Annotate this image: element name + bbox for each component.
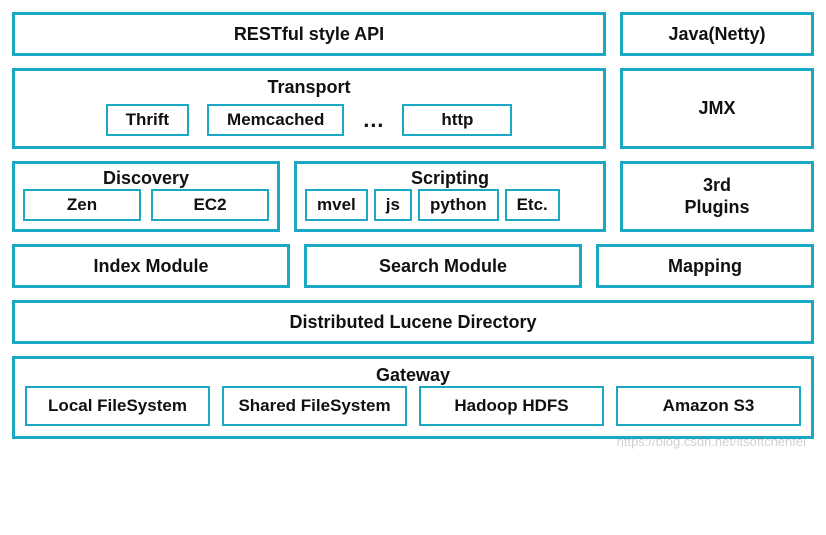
transport-memcached: Memcached — [207, 104, 344, 136]
jmx-box: JMX — [620, 68, 814, 149]
index-module-label: Index Module — [93, 256, 208, 277]
gateway-s3: Amazon S3 — [616, 386, 801, 426]
gateway-box: Gateway Local FileSystem Shared FileSyst… — [12, 356, 814, 439]
scripting-python: python — [418, 189, 499, 221]
scripting-js: js — [374, 189, 412, 221]
scripting-items: mvel js python Etc. — [305, 189, 595, 221]
transport-http: http — [402, 104, 512, 136]
discovery-box: Discovery Zen EC2 — [12, 161, 280, 232]
plugins-line2: Plugins — [684, 197, 749, 219]
scripting-box: Scripting mvel js python Etc. — [294, 161, 606, 232]
transport-thrift: Thrift — [106, 104, 189, 136]
jmx-label: JMX — [698, 98, 735, 119]
row-modules: Index Module Search Module Mapping — [12, 244, 814, 288]
search-module-box: Search Module — [304, 244, 582, 288]
scripting-etc: Etc. — [505, 189, 560, 221]
discovery-title: Discovery — [103, 168, 189, 189]
gateway-shared-fs: Shared FileSystem — [222, 386, 407, 426]
transport-title: Transport — [267, 77, 350, 98]
gateway-hadoop: Hadoop HDFS — [419, 386, 604, 426]
discovery-items: Zen EC2 — [23, 189, 269, 221]
java-netty-box: Java(Netty) — [620, 12, 814, 56]
gateway-title: Gateway — [376, 365, 450, 386]
mapping-label: Mapping — [668, 256, 742, 277]
plugins-line1: 3rd — [703, 175, 731, 197]
gateway-local-fs: Local FileSystem — [25, 386, 210, 426]
scripting-mvel: mvel — [305, 189, 368, 221]
transport-items: Thrift Memcached … http — [25, 104, 593, 136]
gateway-items: Local FileSystem Shared FileSystem Hadoo… — [25, 386, 801, 426]
row-api: RESTful style API Java(Netty) — [12, 12, 814, 56]
index-module-box: Index Module — [12, 244, 290, 288]
row-gateway: Gateway Local FileSystem Shared FileSyst… — [12, 356, 814, 439]
discovery-zen: Zen — [23, 189, 141, 221]
transport-box: Transport Thrift Memcached … http — [12, 68, 606, 149]
plugins-box: 3rd Plugins — [620, 161, 814, 232]
restful-api-box: RESTful style API — [12, 12, 606, 56]
discovery-ec2: EC2 — [151, 189, 269, 221]
transport-ellipsis: … — [362, 107, 384, 133]
row-transport: Transport Thrift Memcached … http JMX — [12, 68, 814, 149]
mapping-box: Mapping — [596, 244, 814, 288]
restful-api-label: RESTful style API — [234, 24, 384, 45]
scripting-title: Scripting — [411, 168, 489, 189]
row-discovery-scripting: Discovery Zen EC2 Scripting mvel js pyth… — [12, 161, 814, 232]
java-netty-label: Java(Netty) — [668, 24, 765, 45]
row-lucene: Distributed Lucene Directory — [12, 300, 814, 344]
search-module-label: Search Module — [379, 256, 507, 277]
lucene-label: Distributed Lucene Directory — [289, 312, 536, 333]
lucene-box: Distributed Lucene Directory — [12, 300, 814, 344]
